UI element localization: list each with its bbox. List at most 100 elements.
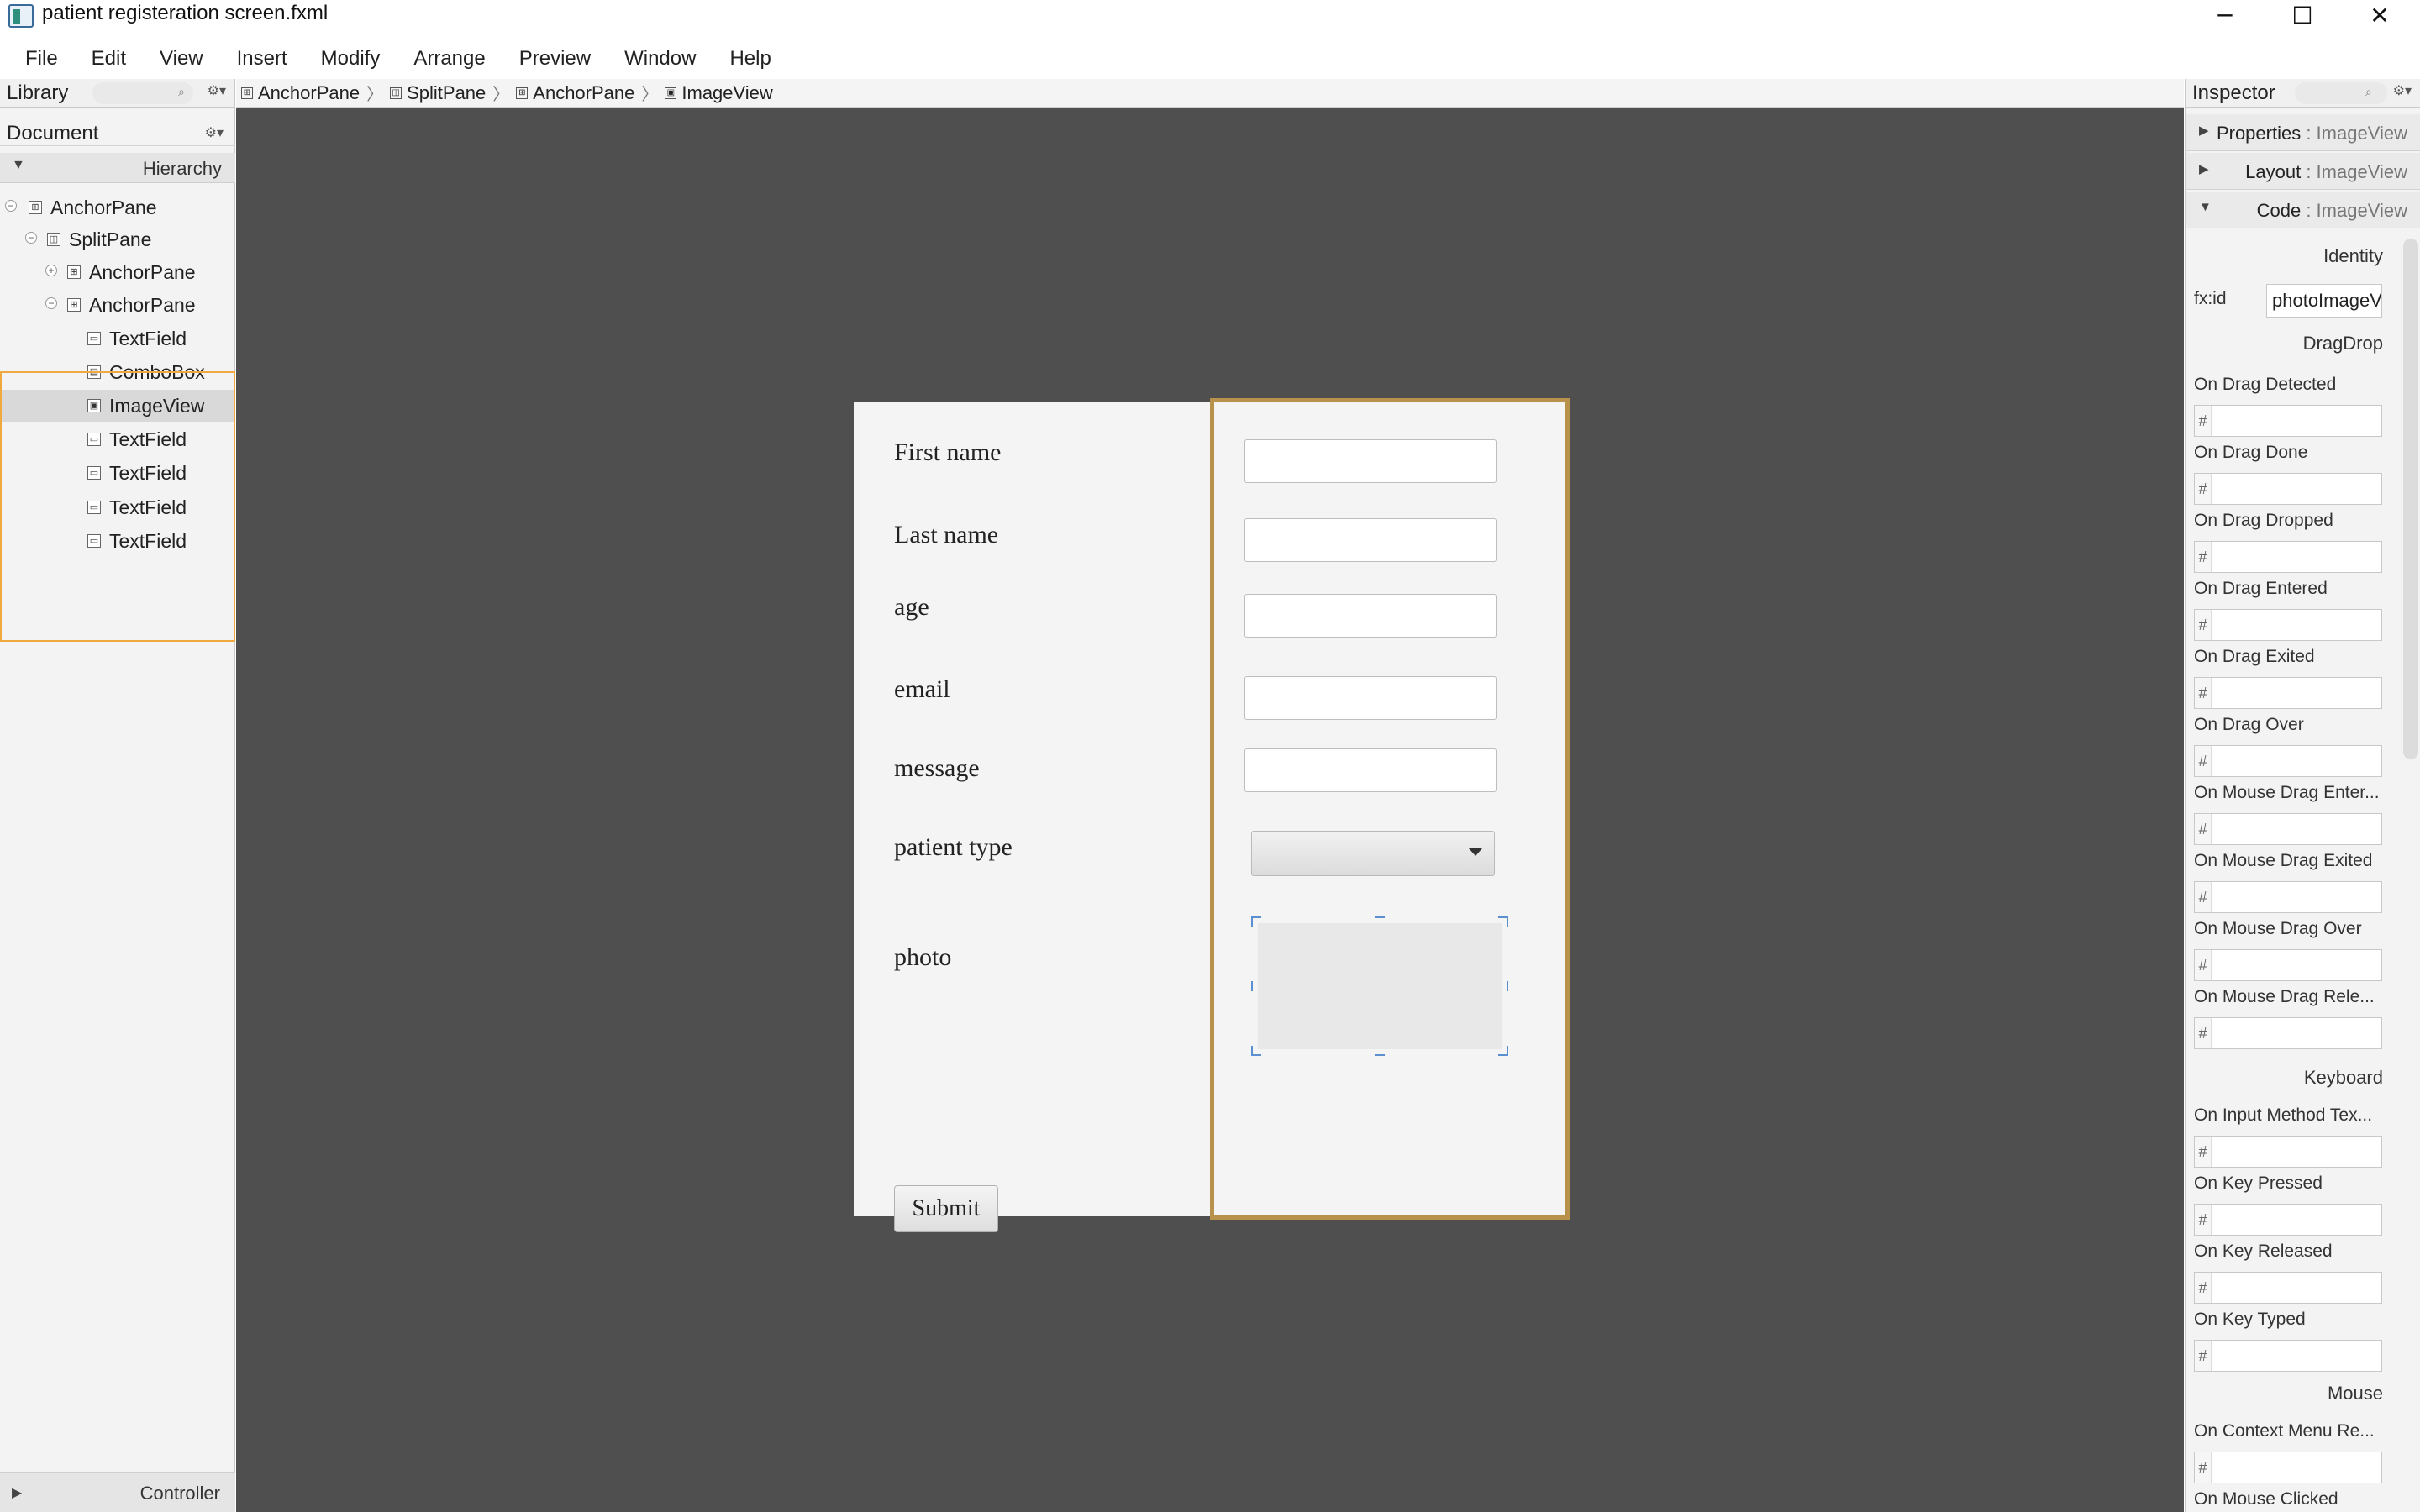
event-handler-input[interactable]: # <box>2194 813 2382 845</box>
hierarchy-section[interactable]: ▼ Hierarchy <box>0 153 235 183</box>
hash-prefix: # <box>2195 1137 2212 1167</box>
expand-toggle-icon[interactable]: + <box>45 265 57 276</box>
tree-item-textfield[interactable]: ▭ TextField <box>0 525 235 557</box>
breadcrumb-item[interactable]: ◫ SplitPane <box>390 82 486 104</box>
section-subtitle: : ImageView <box>2301 161 2407 182</box>
event-handler-input[interactable]: # <box>2194 405 2382 437</box>
menu-help[interactable]: Help <box>713 47 787 71</box>
inspector-scrollbar[interactable] <box>2403 239 2418 759</box>
event-label: On Mouse Drag Enter... <box>2194 783 2380 802</box>
email-field[interactable] <box>1244 676 1497 720</box>
tree-item-label: AnchorPane <box>89 293 196 316</box>
event-handler-input[interactable]: # <box>2194 677 2382 709</box>
event-handler-input[interactable]: # <box>2194 473 2382 505</box>
inspector-panel: Inspector ⌕ ⚙▾ ▶ Properties : ImageView … <box>2185 79 2420 1512</box>
collapse-toggle-icon[interactable]: − <box>45 297 57 309</box>
document-gear-icon[interactable]: ⚙▾ <box>205 124 224 141</box>
design-canvas[interactable]: First name Last name age email message p… <box>236 108 2184 1512</box>
tree-item-textfield[interactable]: ▭ TextField <box>0 491 235 523</box>
anchorpane-icon: ⊞ <box>29 201 42 214</box>
form-right-pane-selected[interactable] <box>1210 398 1570 1220</box>
tree-item-textfield[interactable]: ▭ TextField <box>0 457 235 489</box>
breadcrumb-item[interactable]: ⊞ AnchorPane <box>241 82 360 104</box>
event-label: On Drag Done <box>2194 443 2308 462</box>
event-handler-input[interactable]: # <box>2194 1136 2382 1168</box>
tree-item-imageview[interactable]: ▣ ImageView <box>0 390 235 422</box>
event-handler-input[interactable]: # <box>2194 1272 2382 1304</box>
email-label: email <box>894 675 950 703</box>
section-title: Layout <box>2245 161 2302 182</box>
hash-prefix: # <box>2195 406 2212 436</box>
inspector-title: Inspector <box>2192 81 2275 104</box>
expand-triangle-icon: ▶ <box>12 1486 23 1500</box>
last-name-field[interactable] <box>1244 518 1497 562</box>
event-handler-input[interactable]: # <box>2194 949 2382 981</box>
fxid-input[interactable]: photoImageV <box>2266 284 2382 318</box>
properties-section[interactable]: ▶ Properties : ImageView <box>2186 114 2420 151</box>
resize-handle[interactable] <box>1498 981 1508 991</box>
menu-file[interactable]: File <box>8 47 75 71</box>
event-handler-input[interactable]: # <box>2194 1204 2382 1236</box>
breadcrumb-item[interactable]: ⊞ AnchorPane <box>516 82 634 104</box>
event-handler-input[interactable]: # <box>2194 541 2382 573</box>
menu-preview[interactable]: Preview <box>502 47 608 71</box>
menu-modify[interactable]: Modify <box>304 47 397 71</box>
tree-item-anchorpane-left[interactable]: + ⊞ AnchorPane <box>0 256 235 288</box>
event-handler-input[interactable]: # <box>2194 745 2382 777</box>
maximize-icon[interactable]: ☐ <box>2264 0 2341 30</box>
tree-item-textfield[interactable]: ▭ TextField <box>0 323 235 354</box>
collapse-toggle-icon[interactable]: − <box>25 232 37 244</box>
event-handler-input[interactable]: # <box>2194 1340 2382 1372</box>
event-label: On Key Pressed <box>2194 1173 2323 1193</box>
tree-item-label: TextField <box>109 496 187 518</box>
controller-section[interactable]: ▶ Controller <box>0 1472 235 1512</box>
tree-item-anchorpane-root[interactable]: − ⊞ AnchorPane <box>0 192 235 223</box>
form-left-pane[interactable]: First name Last name age email message p… <box>854 402 1210 1232</box>
first-name-field[interactable] <box>1244 439 1497 483</box>
hash-prefix: # <box>2195 746 2212 776</box>
event-label: On Key Released <box>2194 1242 2333 1261</box>
menu-view[interactable]: View <box>143 47 220 71</box>
patient-type-combobox[interactable] <box>1251 831 1495 876</box>
layout-section[interactable]: ▶ Layout : ImageView <box>2186 153 2420 190</box>
resize-handle[interactable] <box>1375 1046 1385 1056</box>
gear-icon[interactable]: ⚙▾ <box>208 82 226 99</box>
event-handler-input[interactable]: # <box>2194 1452 2382 1483</box>
message-field[interactable] <box>1244 748 1497 792</box>
collapse-toggle-icon[interactable]: − <box>5 200 17 212</box>
section-title: Properties <box>2216 123 2302 144</box>
tree-item-textfield[interactable]: ▭ TextField <box>0 423 235 455</box>
controller-label: Controller <box>139 1483 220 1504</box>
tree-item-splitpane[interactable]: − ◫ SplitPane <box>0 223 235 255</box>
photo-imageview[interactable] <box>1251 916 1508 1056</box>
textfield-icon: ▭ <box>87 433 101 446</box>
age-field[interactable] <box>1244 594 1497 638</box>
breadcrumb-item[interactable]: ▣ ImageView <box>665 82 773 104</box>
submit-button[interactable]: Submit <box>894 1185 998 1232</box>
resize-handle[interactable] <box>1251 916 1261 927</box>
breadcrumb-label: AnchorPane <box>533 81 635 103</box>
menu-window[interactable]: Window <box>608 47 713 71</box>
resize-handle[interactable] <box>1251 1046 1261 1056</box>
event-handler-input[interactable]: # <box>2194 609 2382 641</box>
event-handler-input[interactable]: # <box>2194 1017 2382 1049</box>
last-name-label: Last name <box>894 521 999 549</box>
menu-edit[interactable]: Edit <box>75 47 143 71</box>
resize-handle[interactable] <box>1498 916 1508 927</box>
tree-item-anchorpane-right[interactable]: − ⊞ AnchorPane <box>0 289 235 321</box>
gear-icon[interactable]: ⚙▾ <box>2393 82 2412 99</box>
minimize-icon[interactable]: ─ <box>2186 0 2264 30</box>
code-section[interactable]: ▼ Code : ImageView <box>2186 192 2420 228</box>
event-handler-input[interactable]: # <box>2194 881 2382 913</box>
anchorpane-icon: ⊞ <box>516 87 529 99</box>
inspector-search-input[interactable] <box>2295 82 2387 104</box>
resize-handle[interactable] <box>1498 1046 1508 1056</box>
resize-handle[interactable] <box>1251 981 1261 991</box>
tree-item-label: ImageView <box>109 394 205 417</box>
hash-prefix: # <box>2195 678 2212 708</box>
resize-handle[interactable] <box>1375 916 1385 927</box>
tree-item-combobox[interactable]: ▤ ComboBox <box>0 356 235 388</box>
menu-insert[interactable]: Insert <box>220 47 304 71</box>
menu-arrange[interactable]: Arrange <box>397 47 502 71</box>
close-icon[interactable]: ✕ <box>2341 0 2418 30</box>
